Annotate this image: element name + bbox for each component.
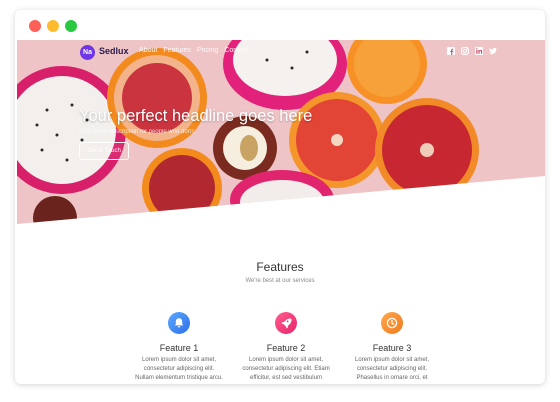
top-navigation: Na Sedlux About Features Pricing Contact	[17, 40, 545, 66]
feature-description: Lorem ipsum dolor sit amet, consectetur …	[124, 356, 234, 383]
nav-item-pricing[interactable]: Pricing	[197, 47, 218, 54]
feature-line: consectetur adipiscing elit. Etiam	[242, 366, 330, 372]
feature-description: Lorem ipsum dolor sit amet, consectetur …	[231, 356, 341, 383]
feature-title: Feature 1	[159, 343, 199, 353]
feature-line: Nullam elementum tristique arcu.	[135, 375, 223, 381]
features-subheading: We're best at our services	[245, 278, 315, 284]
feature-card-1: Feature 1 Lorem ipsum dolor sit amet, co…	[124, 312, 234, 383]
hero-headline: Your perfect headline goes here	[79, 107, 313, 125]
feature-line: Phasellus in ornare orci, et	[356, 375, 428, 381]
feature-line: Lorem ipsum dolor sit amet,	[354, 357, 430, 363]
feature-line: consectetur adipiscing elit.	[356, 366, 428, 372]
features-heading: Features	[256, 260, 304, 274]
brand-logo[interactable]: Na	[80, 45, 95, 60]
feature-card-3: Feature 3 Lorem ipsum dolor sit amet, co…	[337, 312, 447, 383]
zoom-window-button[interactable]	[65, 20, 77, 32]
feature-line: Lorem ipsum dolor sit amet,	[248, 357, 324, 363]
close-window-button[interactable]	[29, 20, 41, 32]
feature-line: Lorem ipsum dolor sit amet,	[141, 357, 217, 363]
hero-section: Na Sedlux About Features Pricing Contact	[17, 40, 545, 224]
feature-title: Feature 2	[266, 343, 306, 353]
nav-item-contact[interactable]: Contact	[224, 47, 248, 54]
hero-subheadline: Cool some description for people who don…	[79, 129, 194, 135]
get-in-touch-button[interactable]: Get in Touch	[79, 142, 129, 160]
feature-line: efficitur, est sed vestibulum	[250, 375, 322, 381]
nav-menu: About Features Pricing Contact	[139, 47, 248, 54]
feature-title: Feature 3	[372, 343, 412, 353]
instagram-icon[interactable]	[461, 47, 469, 55]
browser-window: Na Sedlux About Features Pricing Contact	[15, 10, 545, 384]
clock-icon	[381, 312, 403, 334]
brand-name[interactable]: Sedlux	[99, 46, 129, 56]
feature-description: Lorem ipsum dolor sit amet, consectetur …	[337, 356, 447, 383]
nav-item-about[interactable]: About	[139, 47, 157, 54]
feature-card-2: Feature 2 Lorem ipsum dolor sit amet, co…	[231, 312, 341, 383]
minimize-window-button[interactable]	[47, 20, 59, 32]
window-titlebar	[15, 10, 545, 40]
rocket-icon	[275, 312, 297, 334]
linkedin-icon[interactable]	[475, 47, 483, 55]
feature-line: consectetur adipiscing elit.	[143, 366, 215, 372]
nav-item-features[interactable]: Features	[163, 47, 191, 54]
bell-icon	[168, 312, 190, 334]
social-links	[447, 47, 497, 55]
twitter-icon[interactable]	[489, 47, 497, 55]
facebook-icon[interactable]	[447, 47, 455, 55]
